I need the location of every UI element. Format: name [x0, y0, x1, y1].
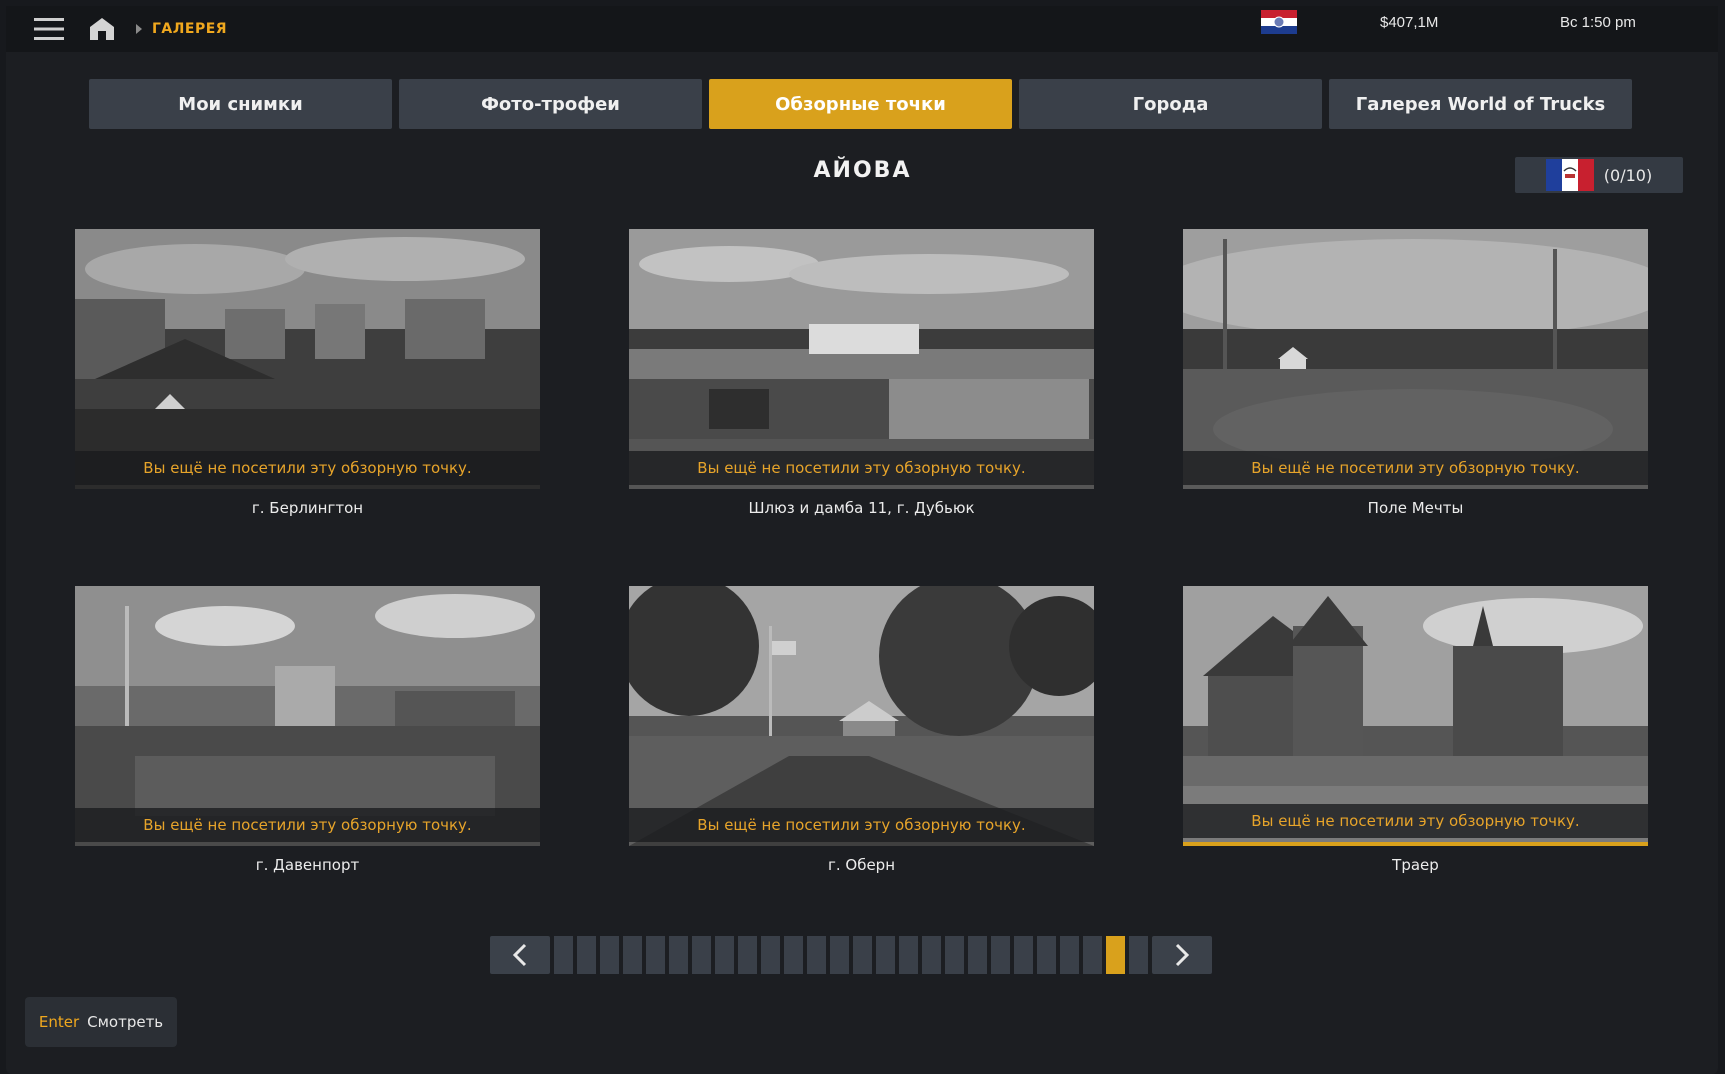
- page-indicator[interactable]: [600, 936, 619, 974]
- pagination: [490, 936, 1212, 974]
- chevron-left-icon: [512, 943, 527, 967]
- progress-count: (0/10): [1603, 165, 1653, 185]
- page-indicator[interactable]: [715, 936, 734, 974]
- viewpoint-thumbnail: Вы ещё не посетили эту обзорную точку.: [75, 229, 540, 489]
- not-visited-note: Вы ещё не посетили эту обзорную точку.: [75, 808, 540, 842]
- viewpoint-card-traer[interactable]: Вы ещё не посетили эту обзорную точку. Т…: [1183, 586, 1648, 874]
- iowa-flag-icon: [1545, 159, 1594, 191]
- page-indicator[interactable]: [669, 936, 688, 974]
- breadcrumb-arrow-icon: [136, 24, 142, 34]
- missouri-flag-icon: [1261, 10, 1297, 34]
- menu-icon: [34, 18, 64, 40]
- page-indicators: [554, 936, 1148, 974]
- viewpoint-caption: Шлюз и дамба 11, г. Дубьюк: [748, 499, 975, 517]
- viewpoint-caption: Траер: [1392, 856, 1439, 874]
- page-indicator[interactable]: [899, 936, 918, 974]
- viewpoint-caption: Поле Мечты: [1367, 499, 1464, 517]
- home-icon: [90, 18, 114, 40]
- menu-button[interactable]: [26, 6, 72, 52]
- page-indicator[interactable]: [738, 936, 757, 974]
- page-indicator[interactable]: [1060, 936, 1079, 974]
- not-visited-note: Вы ещё не посетили эту обзорную точку.: [629, 451, 1094, 485]
- viewpoint-caption: г. Берлингтон: [251, 499, 364, 517]
- page-indicator[interactable]: [1106, 936, 1125, 974]
- page-indicator[interactable]: [784, 936, 803, 974]
- keyboard-hint[interactable]: Enter Смотреть: [25, 997, 177, 1047]
- hint-key: Enter: [38, 1013, 80, 1031]
- money-balance: $407,1M: [1380, 14, 1439, 31]
- page-indicator[interactable]: [1129, 936, 1148, 974]
- tab-world-of-trucks-gallery[interactable]: Галерея World of Trucks: [1329, 79, 1632, 129]
- tab-photo-trophies[interactable]: Фото-трофеи: [399, 79, 702, 129]
- page-indicator[interactable]: [1037, 936, 1056, 974]
- viewpoint-thumbnail: Вы ещё не посетили эту обзорную точку.: [1183, 586, 1648, 846]
- page-indicator[interactable]: [830, 936, 849, 974]
- page-indicator[interactable]: [623, 936, 642, 974]
- chevron-right-icon: [1175, 943, 1190, 967]
- viewpoint-caption: г. Давенпорт: [255, 856, 360, 874]
- tab-viewpoints[interactable]: Обзорные точки: [709, 79, 1012, 129]
- game-clock: Вс 1:50 pm: [1560, 14, 1636, 31]
- page-indicator[interactable]: [554, 936, 573, 974]
- next-page-button[interactable]: [1152, 936, 1212, 974]
- viewpoint-thumbnail: Вы ещё не посетили эту обзорную точку.: [629, 229, 1094, 489]
- viewpoint-card-lock-and-dam[interactable]: Вы ещё не посетили эту обзорную точку. Ш…: [629, 229, 1094, 517]
- page-indicator[interactable]: [1083, 936, 1102, 974]
- not-visited-note: Вы ещё не посетили эту обзорную точку.: [1183, 451, 1648, 485]
- tab-cities[interactable]: Города: [1019, 79, 1322, 129]
- viewpoint-caption: г. Оберн: [827, 856, 896, 874]
- page-title: АЙОВА: [813, 158, 912, 183]
- page-indicator[interactable]: [853, 936, 872, 974]
- gallery-tabs: Мои снимки Фото-трофеи Обзорные точки Го…: [89, 79, 1632, 129]
- page-indicator[interactable]: [646, 936, 665, 974]
- page-indicator[interactable]: [922, 936, 941, 974]
- top-bar: ГАЛЕРЕЯ: [6, 6, 1718, 52]
- page-indicator[interactable]: [807, 936, 826, 974]
- page-indicator[interactable]: [945, 936, 964, 974]
- page-indicator[interactable]: [761, 936, 780, 974]
- hint-action: Смотреть: [87, 1013, 164, 1031]
- viewpoint-card-burlington[interactable]: Вы ещё не посетили эту обзорную точку. г…: [75, 229, 540, 517]
- page-indicator[interactable]: [876, 936, 895, 974]
- page-indicator[interactable]: [991, 936, 1010, 974]
- home-button[interactable]: [82, 6, 122, 52]
- prev-page-button[interactable]: [490, 936, 550, 974]
- viewpoint-thumbnail: Вы ещё не посетили эту обзорную точку.: [629, 586, 1094, 846]
- page-indicator[interactable]: [692, 936, 711, 974]
- page-indicator[interactable]: [1014, 936, 1033, 974]
- viewpoint-card-field-of-dreams[interactable]: Вы ещё не посетили эту обзорную точку. П…: [1183, 229, 1648, 517]
- page-indicator[interactable]: [577, 936, 596, 974]
- breadcrumb[interactable]: ГАЛЕРЕЯ: [152, 21, 227, 37]
- viewpoint-card-davenport[interactable]: Вы ещё не посетили эту обзорную точку. г…: [75, 586, 540, 874]
- viewpoint-thumbnail: Вы ещё не посетили эту обзорную точку.: [75, 586, 540, 846]
- viewpoint-thumbnail: Вы ещё не посетили эту обзорную точку.: [1183, 229, 1648, 489]
- page-indicator[interactable]: [968, 936, 987, 974]
- not-visited-note: Вы ещё не посетили эту обзорную точку.: [1183, 804, 1648, 838]
- viewpoint-card-auburn[interactable]: Вы ещё не посетили эту обзорную точку. г…: [629, 586, 1094, 874]
- tab-my-screenshots[interactable]: Мои снимки: [89, 79, 392, 129]
- not-visited-note: Вы ещё не посетили эту обзорную точку.: [629, 808, 1094, 842]
- state-progress-badge[interactable]: (0/10): [1515, 157, 1683, 193]
- not-visited-note: Вы ещё не посетили эту обзорную точку.: [75, 451, 540, 485]
